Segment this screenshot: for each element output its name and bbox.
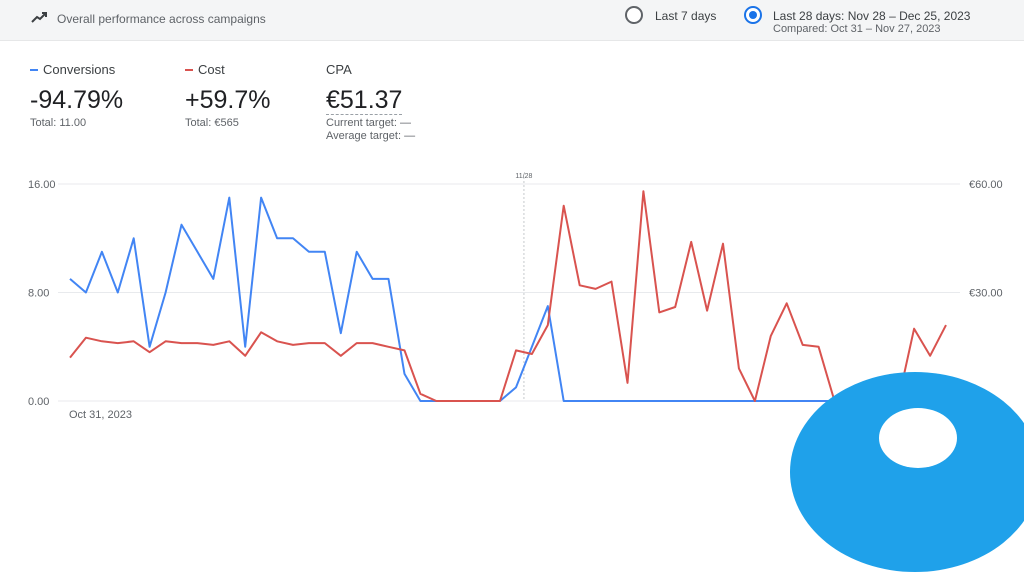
last-7-days-label[interactable]: Last 7 days <box>655 9 716 23</box>
decorative-blue-shape-inner <box>879 408 957 468</box>
cost-total: Total: €565 <box>185 117 239 129</box>
last-7-days-radio[interactable] <box>625 6 643 24</box>
cpa-metric[interactable]: CPA €51.37 Current target: — Average tar… <box>326 62 415 143</box>
conversions-value: -94.79% <box>30 86 124 114</box>
cost-legend-swatch <box>185 68 193 71</box>
cost-series-line <box>69 190 947 402</box>
conversions-label: Conversions <box>43 62 116 77</box>
conversions-metric[interactable]: Conversions -94.79% Total: 11.00 <box>30 62 123 129</box>
last-28-days-label[interactable]: Last 28 days: Nov 28 – Dec 25, 2023 <box>773 9 970 23</box>
decorative-blue-shape <box>790 372 1024 572</box>
left-axis-tick-label: 8.00 <box>28 288 49 300</box>
cost-metric[interactable]: Cost +59.7% Total: €565 <box>185 62 271 129</box>
compared-range-text: Compared: Oct 31 – Nov 27, 2023 <box>773 23 941 35</box>
conversions-series-line <box>69 196 946 402</box>
right-axis-tick-label: €60.00 <box>969 179 1003 191</box>
left-axis-tick-label: 16.00 <box>28 179 56 191</box>
trending-up-icon <box>31 12 47 23</box>
page-header: Overall performance across campaigns Las… <box>0 0 1024 41</box>
conversions-legend-swatch <box>30 68 38 71</box>
cpa-value: €51.37 <box>326 86 403 115</box>
page-title: Overall performance across campaigns <box>57 12 266 26</box>
last-28-days-radio[interactable] <box>744 6 762 24</box>
left-axis-tick-label: 0.00 <box>28 396 49 408</box>
cost-value: +59.7% <box>185 86 271 114</box>
cost-label: Cost <box>198 62 225 77</box>
cpa-average-target: Average target: — <box>326 130 416 142</box>
conversions-total: Total: 11.00 <box>30 117 87 129</box>
date-marker-label: 11/28 <box>515 173 532 180</box>
right-axis-tick-label: €30.00 <box>969 288 1003 300</box>
cpa-current-target: Current target: — <box>326 117 411 129</box>
x-axis-start-label: Oct 31, 2023 <box>69 409 132 421</box>
cpa-label: CPA <box>326 62 352 77</box>
